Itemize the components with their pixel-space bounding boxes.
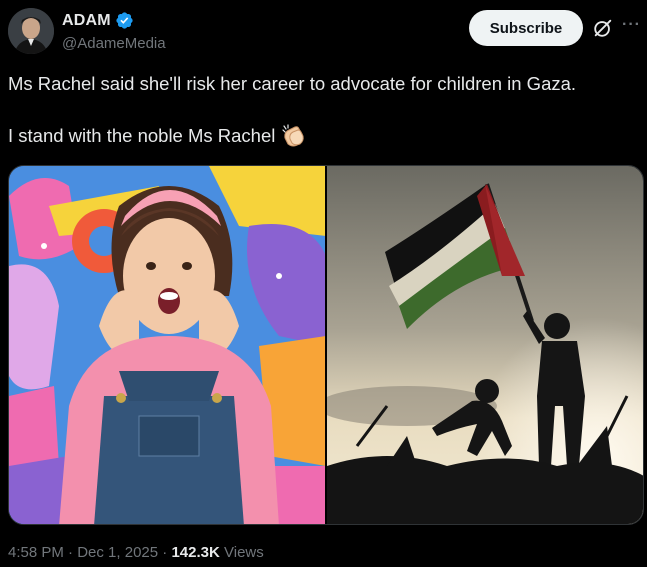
avatar[interactable] bbox=[8, 8, 54, 54]
smiling-woman-photo-icon bbox=[9, 166, 325, 524]
subscribe-button[interactable]: Subscribe bbox=[469, 10, 583, 46]
media-image-left[interactable] bbox=[9, 166, 325, 524]
tweet-text-line-2-label: I stand with the noble Ms Rachel bbox=[8, 125, 276, 146]
tweet-text-line-1: Ms Rachel said she'll risk her career to… bbox=[8, 73, 577, 94]
verified-badge-icon bbox=[116, 12, 133, 29]
tweet-meta: 4:58 PM · Dec 1, 2025 · 142.3K Views bbox=[8, 544, 264, 561]
meta-separator: · bbox=[63, 544, 78, 561]
tweet-media[interactable] bbox=[8, 165, 644, 525]
tweet-header: ADAM @AdameMedia Subscribe ··· bbox=[0, 0, 647, 64]
views-label: Views bbox=[224, 544, 264, 561]
more-icon[interactable]: ··· bbox=[622, 14, 644, 36]
author-handle[interactable]: @AdameMedia bbox=[62, 35, 166, 52]
meta-separator: · bbox=[158, 544, 172, 561]
clapping-hands-emoji-icon bbox=[282, 124, 305, 147]
tweet-text-line-2: I stand with the noble Ms Rachel bbox=[8, 124, 307, 148]
silhouette-flag-photo-icon bbox=[327, 166, 643, 524]
views-count: 142.3K bbox=[171, 544, 220, 561]
profile-photo-icon bbox=[8, 8, 54, 54]
grok-icon[interactable] bbox=[592, 17, 614, 39]
media-image-right[interactable] bbox=[327, 166, 643, 524]
tweet-time[interactable]: 4:58 PM bbox=[8, 544, 64, 561]
author-name[interactable]: ADAM bbox=[62, 12, 111, 30]
tweet-date[interactable]: Dec 1, 2025 bbox=[77, 544, 158, 561]
author-name-row[interactable]: ADAM bbox=[62, 11, 134, 30]
